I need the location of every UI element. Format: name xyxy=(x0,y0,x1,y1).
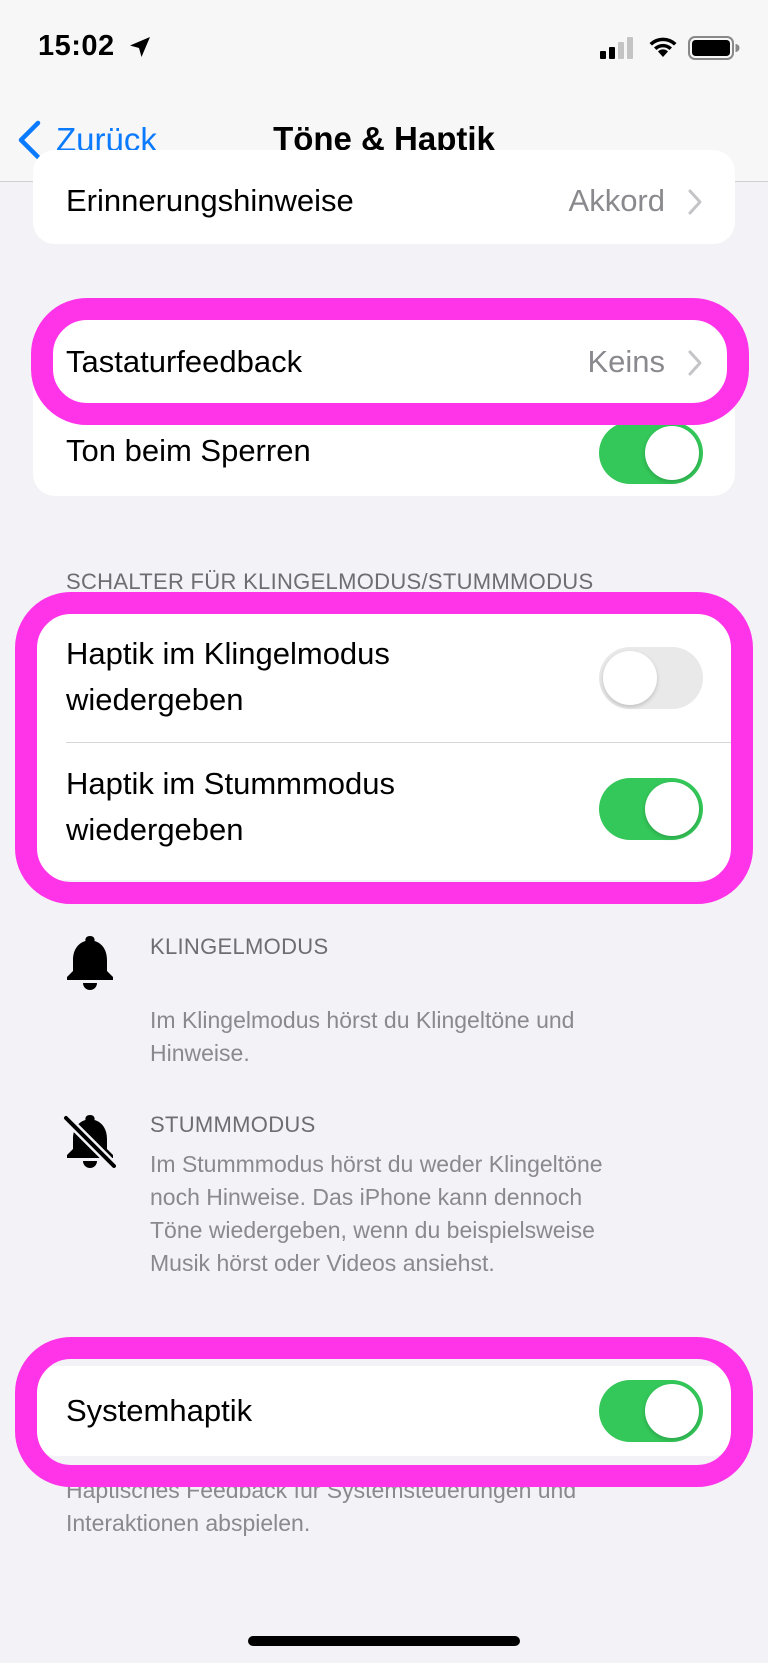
switch-haptics-card: Haptik im Klingelmodus wiedergeben Hapti… xyxy=(33,612,735,880)
location-arrow-icon xyxy=(130,37,150,57)
status-bar: 15:02 xyxy=(0,0,768,100)
chevron-right-icon xyxy=(688,350,702,376)
toggle-knob xyxy=(645,782,699,836)
bell-icon xyxy=(67,936,113,990)
text-line: noch Hinweise. Das iPhone kann dennoch xyxy=(150,1184,583,1210)
text-line: Hinweise. xyxy=(150,1040,250,1066)
row-label-line1: Haptik im Stummmodus xyxy=(66,766,396,801)
row-label: Erinnerungshinweise xyxy=(66,183,354,218)
battery-icon xyxy=(688,36,740,60)
row-erinnerungshinweise[interactable]: Erinnerungshinweise Akkord xyxy=(33,150,735,244)
row-label-line1: Haptik im Klingelmodus xyxy=(66,636,390,671)
toggle-knob xyxy=(603,651,657,705)
text-line: Interaktionen abspielen. xyxy=(66,1510,311,1536)
chevron-right-icon xyxy=(688,189,702,215)
toggle-haptik-klingelmodus[interactable] xyxy=(599,647,703,709)
toggle-knob xyxy=(645,1384,699,1438)
silent-mode-description: Im Stummmodus hörst du weder Klingeltöne… xyxy=(150,1148,710,1280)
home-indicator[interactable] xyxy=(248,1636,520,1646)
row-ton-beim-sperren: Ton beim Sperren xyxy=(33,407,735,496)
row-label: Ton beim Sperren xyxy=(66,433,311,468)
ring-mode-title: KLINGELMODUS xyxy=(150,934,329,959)
reminder-card: Erinnerungshinweise Akkord xyxy=(33,150,735,244)
text-line: Im Klingelmodus hörst du Klingeltöne und xyxy=(150,1007,575,1033)
silent-mode-title: STUMMMODUS xyxy=(150,1112,316,1137)
toggle-ton-beim-sperren[interactable] xyxy=(599,422,703,484)
cellular-signal-icon xyxy=(600,37,633,59)
keyboard-lock-card: Tastaturfeedback Keins Ton beim Sperren xyxy=(33,318,735,496)
wifi-icon xyxy=(649,37,677,57)
system-haptics-footer: Haptisches Feedback für Systemsteuerunge… xyxy=(66,1474,726,1540)
row-value: Akkord xyxy=(568,183,665,218)
row-label: Systemhaptik xyxy=(66,1393,253,1428)
row-systemhaptik: Systemhaptik xyxy=(33,1366,735,1456)
ring-mode-description: Im Klingelmodus hörst du Klingeltöne und… xyxy=(150,1004,710,1070)
text-line: Musik hörst oder Videos ansiehst. xyxy=(150,1250,495,1276)
toggle-knob xyxy=(645,426,699,480)
section-header: SCHALTER FÜR KLINGELMODUS/STUMMMODUS xyxy=(66,569,594,594)
row-label: Tastaturfeedback xyxy=(66,344,303,379)
text-line: Töne wiedergeben, wenn du beispielsweise xyxy=(150,1217,595,1243)
row-value: Keins xyxy=(587,344,665,379)
text-line: Im Stummmodus hörst du weder Klingeltöne xyxy=(150,1151,603,1177)
toggle-haptik-stummmodus[interactable] xyxy=(599,778,703,840)
row-haptik-klingelmodus: Haptik im Klingelmodus wiedergeben xyxy=(33,612,735,742)
row-label-line2: wiedergeben xyxy=(66,682,244,717)
row-label-line2: wiedergeben xyxy=(66,812,244,847)
system-haptics-card: Systemhaptik xyxy=(33,1366,735,1456)
status-time: 15:02 xyxy=(38,30,115,62)
row-haptik-stummmodus: Haptik im Stummmodus wiedergeben xyxy=(33,743,735,880)
toggle-systemhaptik[interactable] xyxy=(599,1380,703,1442)
text-line: Haptisches Feedback für Systemsteuerunge… xyxy=(66,1477,577,1503)
row-tastaturfeedback[interactable]: Tastaturfeedback Keins xyxy=(33,318,735,406)
bell-slash-icon xyxy=(61,1113,119,1170)
